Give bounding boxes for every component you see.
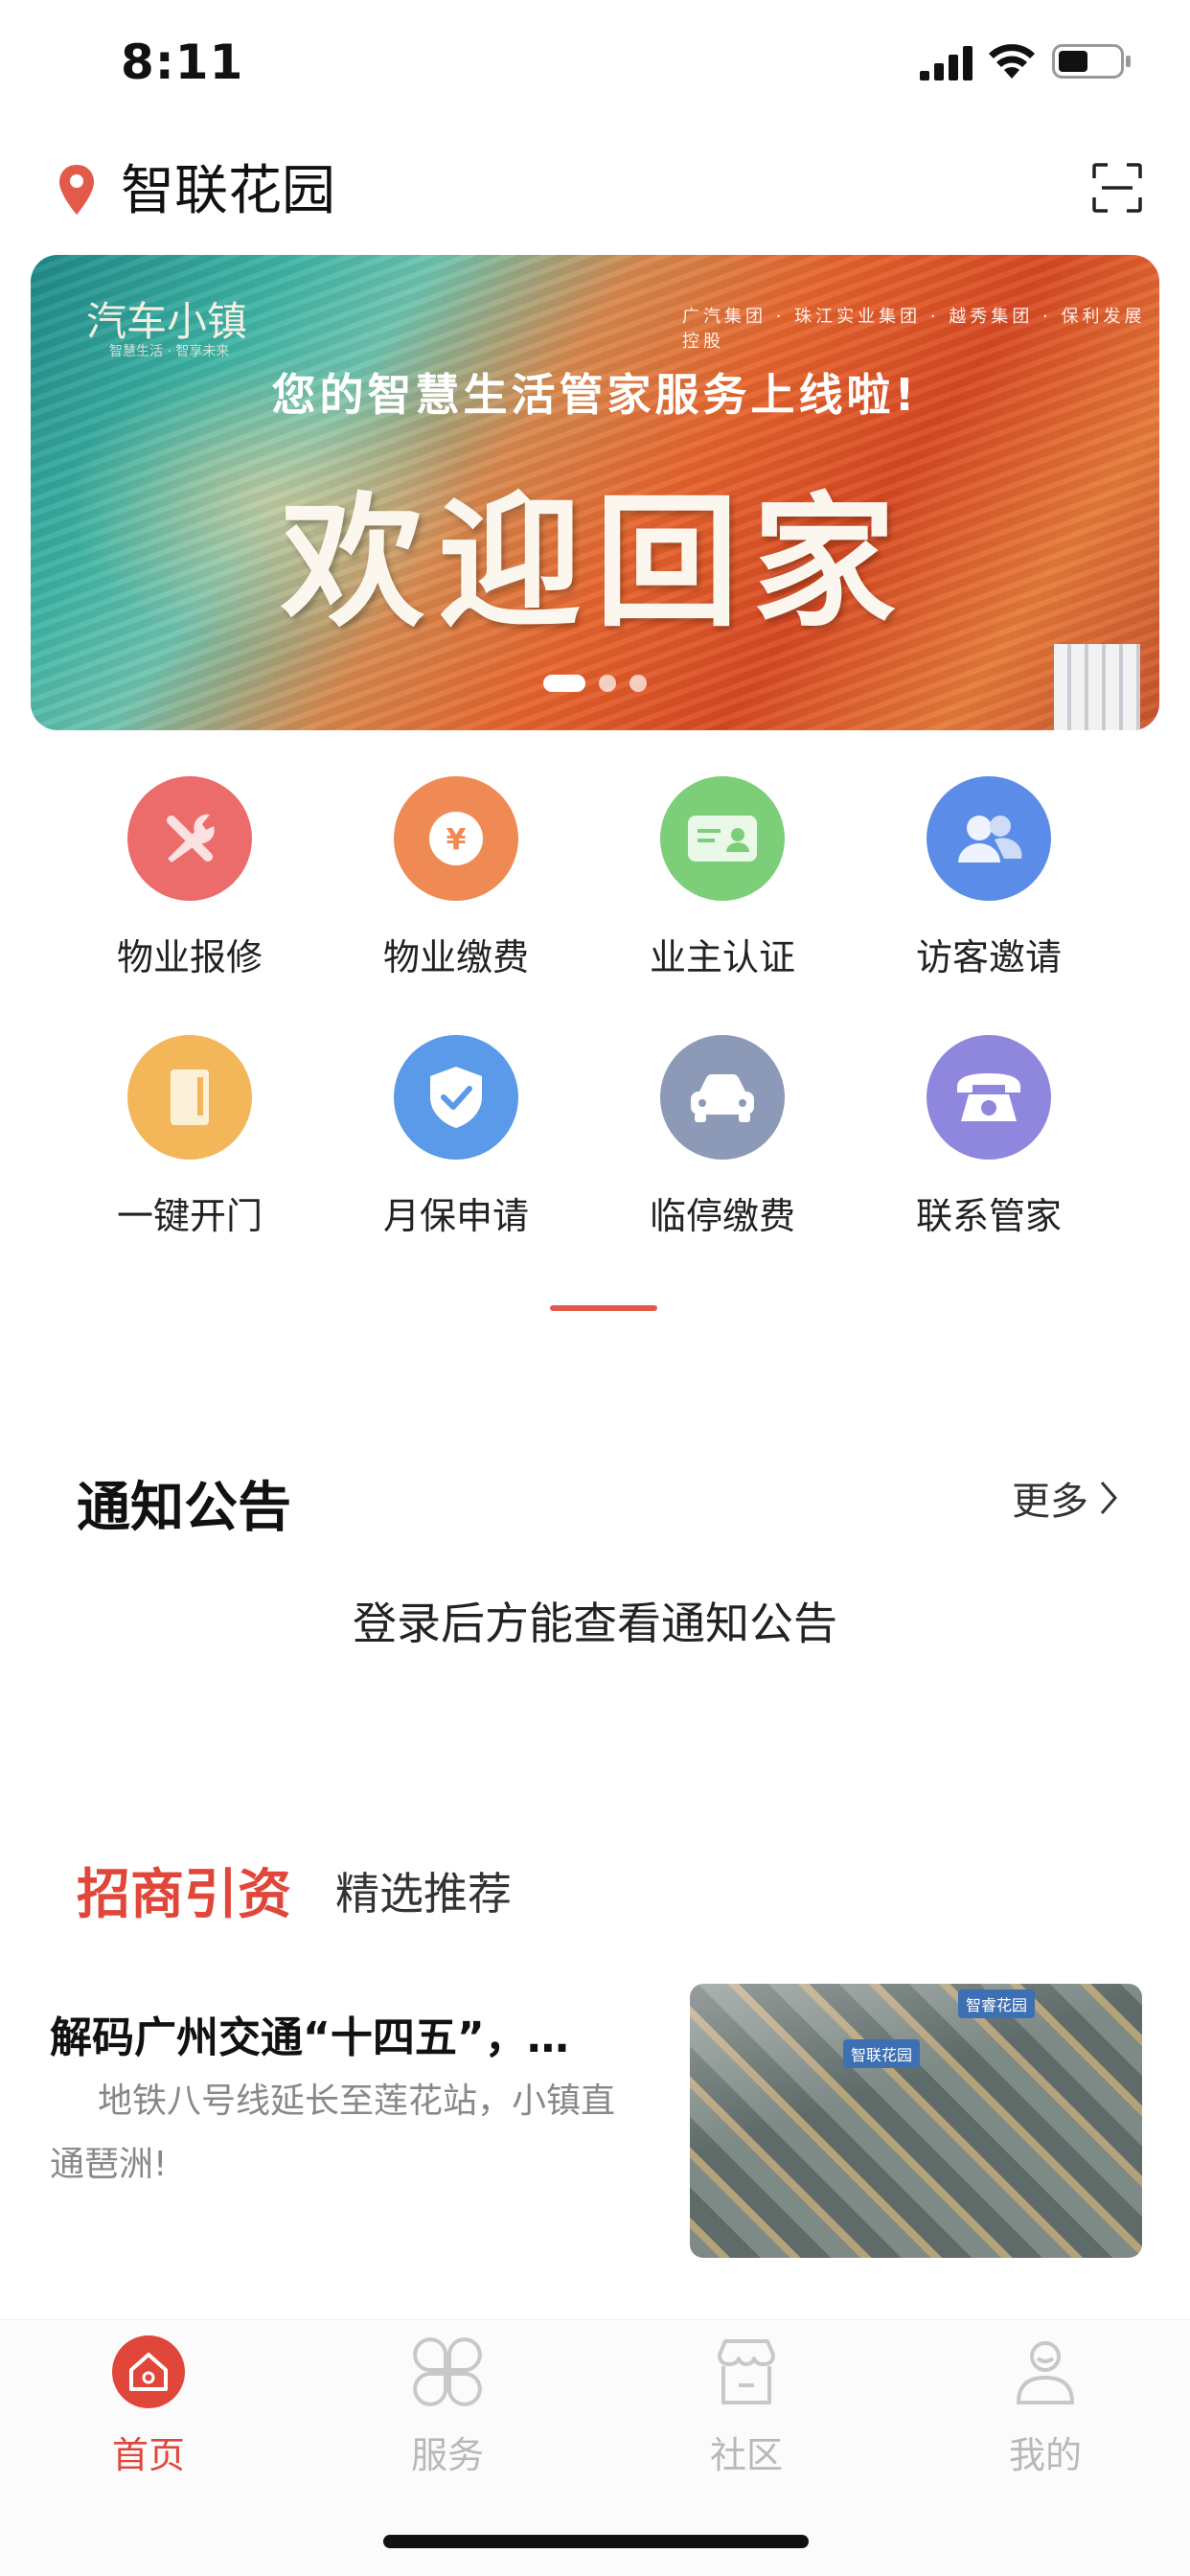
yen-icon: ¥ — [429, 812, 483, 865]
service-label: 物业报修 — [116, 936, 263, 978]
banner-title: 欢迎回家 — [280, 478, 909, 647]
scan-icon[interactable] — [1092, 163, 1142, 213]
service-icon-bg-7 — [927, 1035, 1051, 1160]
grid-icon — [409, 2334, 486, 2410]
service-repair[interactable]: 物业报修 — [84, 776, 295, 980]
service-label: 联系管家 — [915, 1195, 1062, 1237]
store-icon — [708, 2334, 785, 2410]
article-title: 解码广州交通“十四五”，… — [50, 2013, 569, 2062]
banner-brand-sub: 智慧生活 · 智享未来 — [109, 344, 230, 359]
app-header: 智联花园 — [0, 144, 1190, 240]
service-label: 业主认证 — [649, 936, 795, 978]
banner-dot[interactable] — [543, 675, 585, 692]
battery-icon — [1052, 44, 1131, 79]
banner-dot[interactable] — [599, 675, 616, 692]
wifi-icon — [989, 44, 1035, 79]
door-icon — [171, 1070, 209, 1125]
service-icon-bg-1: ¥ — [394, 776, 518, 901]
tab-services[interactable]: 服务 — [371, 2334, 524, 2478]
recommend-section-title: 招商引资 — [77, 1864, 291, 1926]
recommend-subtitle[interactable]: 精选推荐 — [335, 1859, 512, 1922]
article-card[interactable]: 解码广州交通“十四五”，… 地铁八号线延长至莲花站，小镇直通琶洲! 智睿花园 智… — [50, 1984, 1142, 2271]
service-icon-bg-4 — [127, 1035, 252, 1160]
wrench-icon — [167, 814, 215, 862]
tab-label: 我的 — [1008, 2434, 1082, 2476]
tab-label: 首页 — [111, 2434, 185, 2476]
service-icon-bg-2 — [660, 776, 785, 901]
service-label: 临停缴费 — [649, 1195, 795, 1237]
promo-banner[interactable]: 汽车小镇 智慧生活 · 智享未来 广汽集团 · 珠江实业集团 · 越秀集团 · … — [31, 255, 1159, 730]
service-icon-bg-6 — [660, 1035, 785, 1160]
banner-pagination — [31, 675, 1159, 692]
service-icon-bg-5 — [394, 1035, 518, 1160]
svg-text:¥: ¥ — [446, 823, 467, 857]
tab-label: 社区 — [709, 2434, 783, 2476]
id-card-icon — [688, 816, 757, 862]
car-icon — [691, 1074, 754, 1122]
banner-brand: 汽车小镇 — [86, 298, 248, 345]
notice-more-link[interactable]: 更多 — [1012, 1470, 1119, 1526]
tab-community[interactable]: 社区 — [670, 2334, 823, 2478]
article-description: 地铁八号线延长至莲花站，小镇直通琶洲! — [50, 2082, 616, 2184]
people-icon — [958, 816, 1022, 862]
tab-home[interactable]: 首页 — [72, 2334, 225, 2478]
shield-icon — [430, 1067, 482, 1128]
status-bar: 8:11 — [0, 0, 1190, 125]
more-label: 更多 — [1012, 1480, 1088, 1524]
tab-label: 服务 — [410, 2434, 484, 2476]
user-icon — [1007, 2334, 1084, 2410]
service-icon-bg-0 — [127, 776, 252, 901]
service-label: 月保申请 — [382, 1195, 529, 1237]
notice-section-title: 通知公告 — [77, 1477, 291, 1539]
signal-icon — [920, 46, 973, 80]
service-label: 访客邀请 — [915, 936, 1062, 978]
community-name[interactable]: 智联花园 — [121, 153, 335, 230]
service-owner-auth[interactable]: 业主认证 — [617, 776, 828, 980]
banner-partners: 广汽集团 · 珠江实业集团 · 越秀集团 · 保利发展控股 — [682, 307, 1146, 352]
service-contact-butler[interactable]: 联系管家 — [883, 1035, 1094, 1239]
service-visitor[interactable]: 访客邀请 — [883, 776, 1094, 980]
service-icon-bg-3 — [927, 776, 1051, 901]
service-fee[interactable]: ¥ 物业缴费 — [351, 776, 561, 980]
banner-tagline: 您的智慧生活管家服务上线啦! — [271, 369, 919, 421]
grid-page-indicator — [550, 1305, 657, 1311]
status-time: 8:11 — [121, 34, 244, 90]
banner-dot[interactable] — [629, 675, 647, 692]
home-icon — [110, 2334, 187, 2410]
service-open-door[interactable]: 一键开门 — [84, 1035, 295, 1239]
service-label: 一键开门 — [116, 1195, 263, 1237]
image-tag: 智睿花园 — [958, 1990, 1036, 2018]
chevron-right-icon — [1100, 1482, 1117, 1514]
service-monthly-parking[interactable]: 月保申请 — [351, 1035, 561, 1239]
phone-icon — [957, 1073, 1020, 1121]
service-temp-parking[interactable]: 临停缴费 — [617, 1035, 828, 1239]
image-tag: 智联花园 — [843, 2039, 921, 2068]
notice-login-hint: 登录后方能查看通知公告 — [353, 1598, 837, 1649]
service-label: 物业缴费 — [382, 936, 529, 978]
article-thumbnail: 智睿花园 智联花园 — [690, 1984, 1142, 2258]
home-indicator[interactable] — [383, 2535, 809, 2548]
tab-mine[interactable]: 我的 — [969, 2334, 1122, 2478]
location-pin-icon[interactable] — [57, 163, 96, 217]
